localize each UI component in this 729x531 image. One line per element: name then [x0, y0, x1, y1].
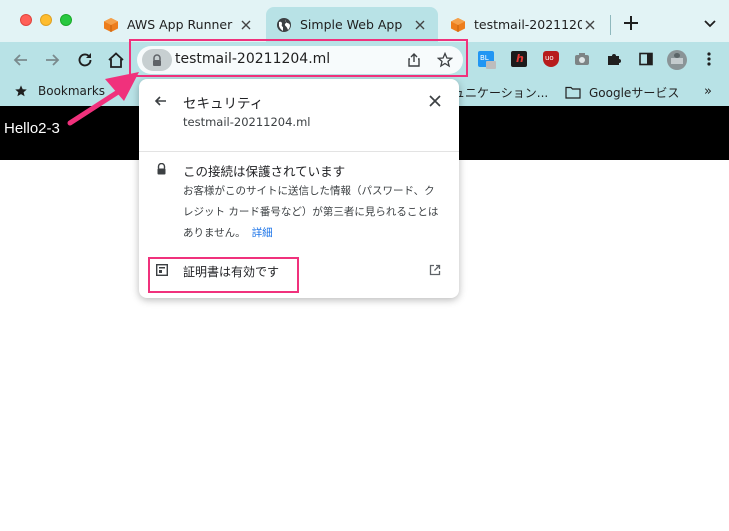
browser-window: AWS App Runner Simple Web App testmail-2… [0, 0, 729, 531]
annotation-arrow-icon [67, 72, 139, 126]
